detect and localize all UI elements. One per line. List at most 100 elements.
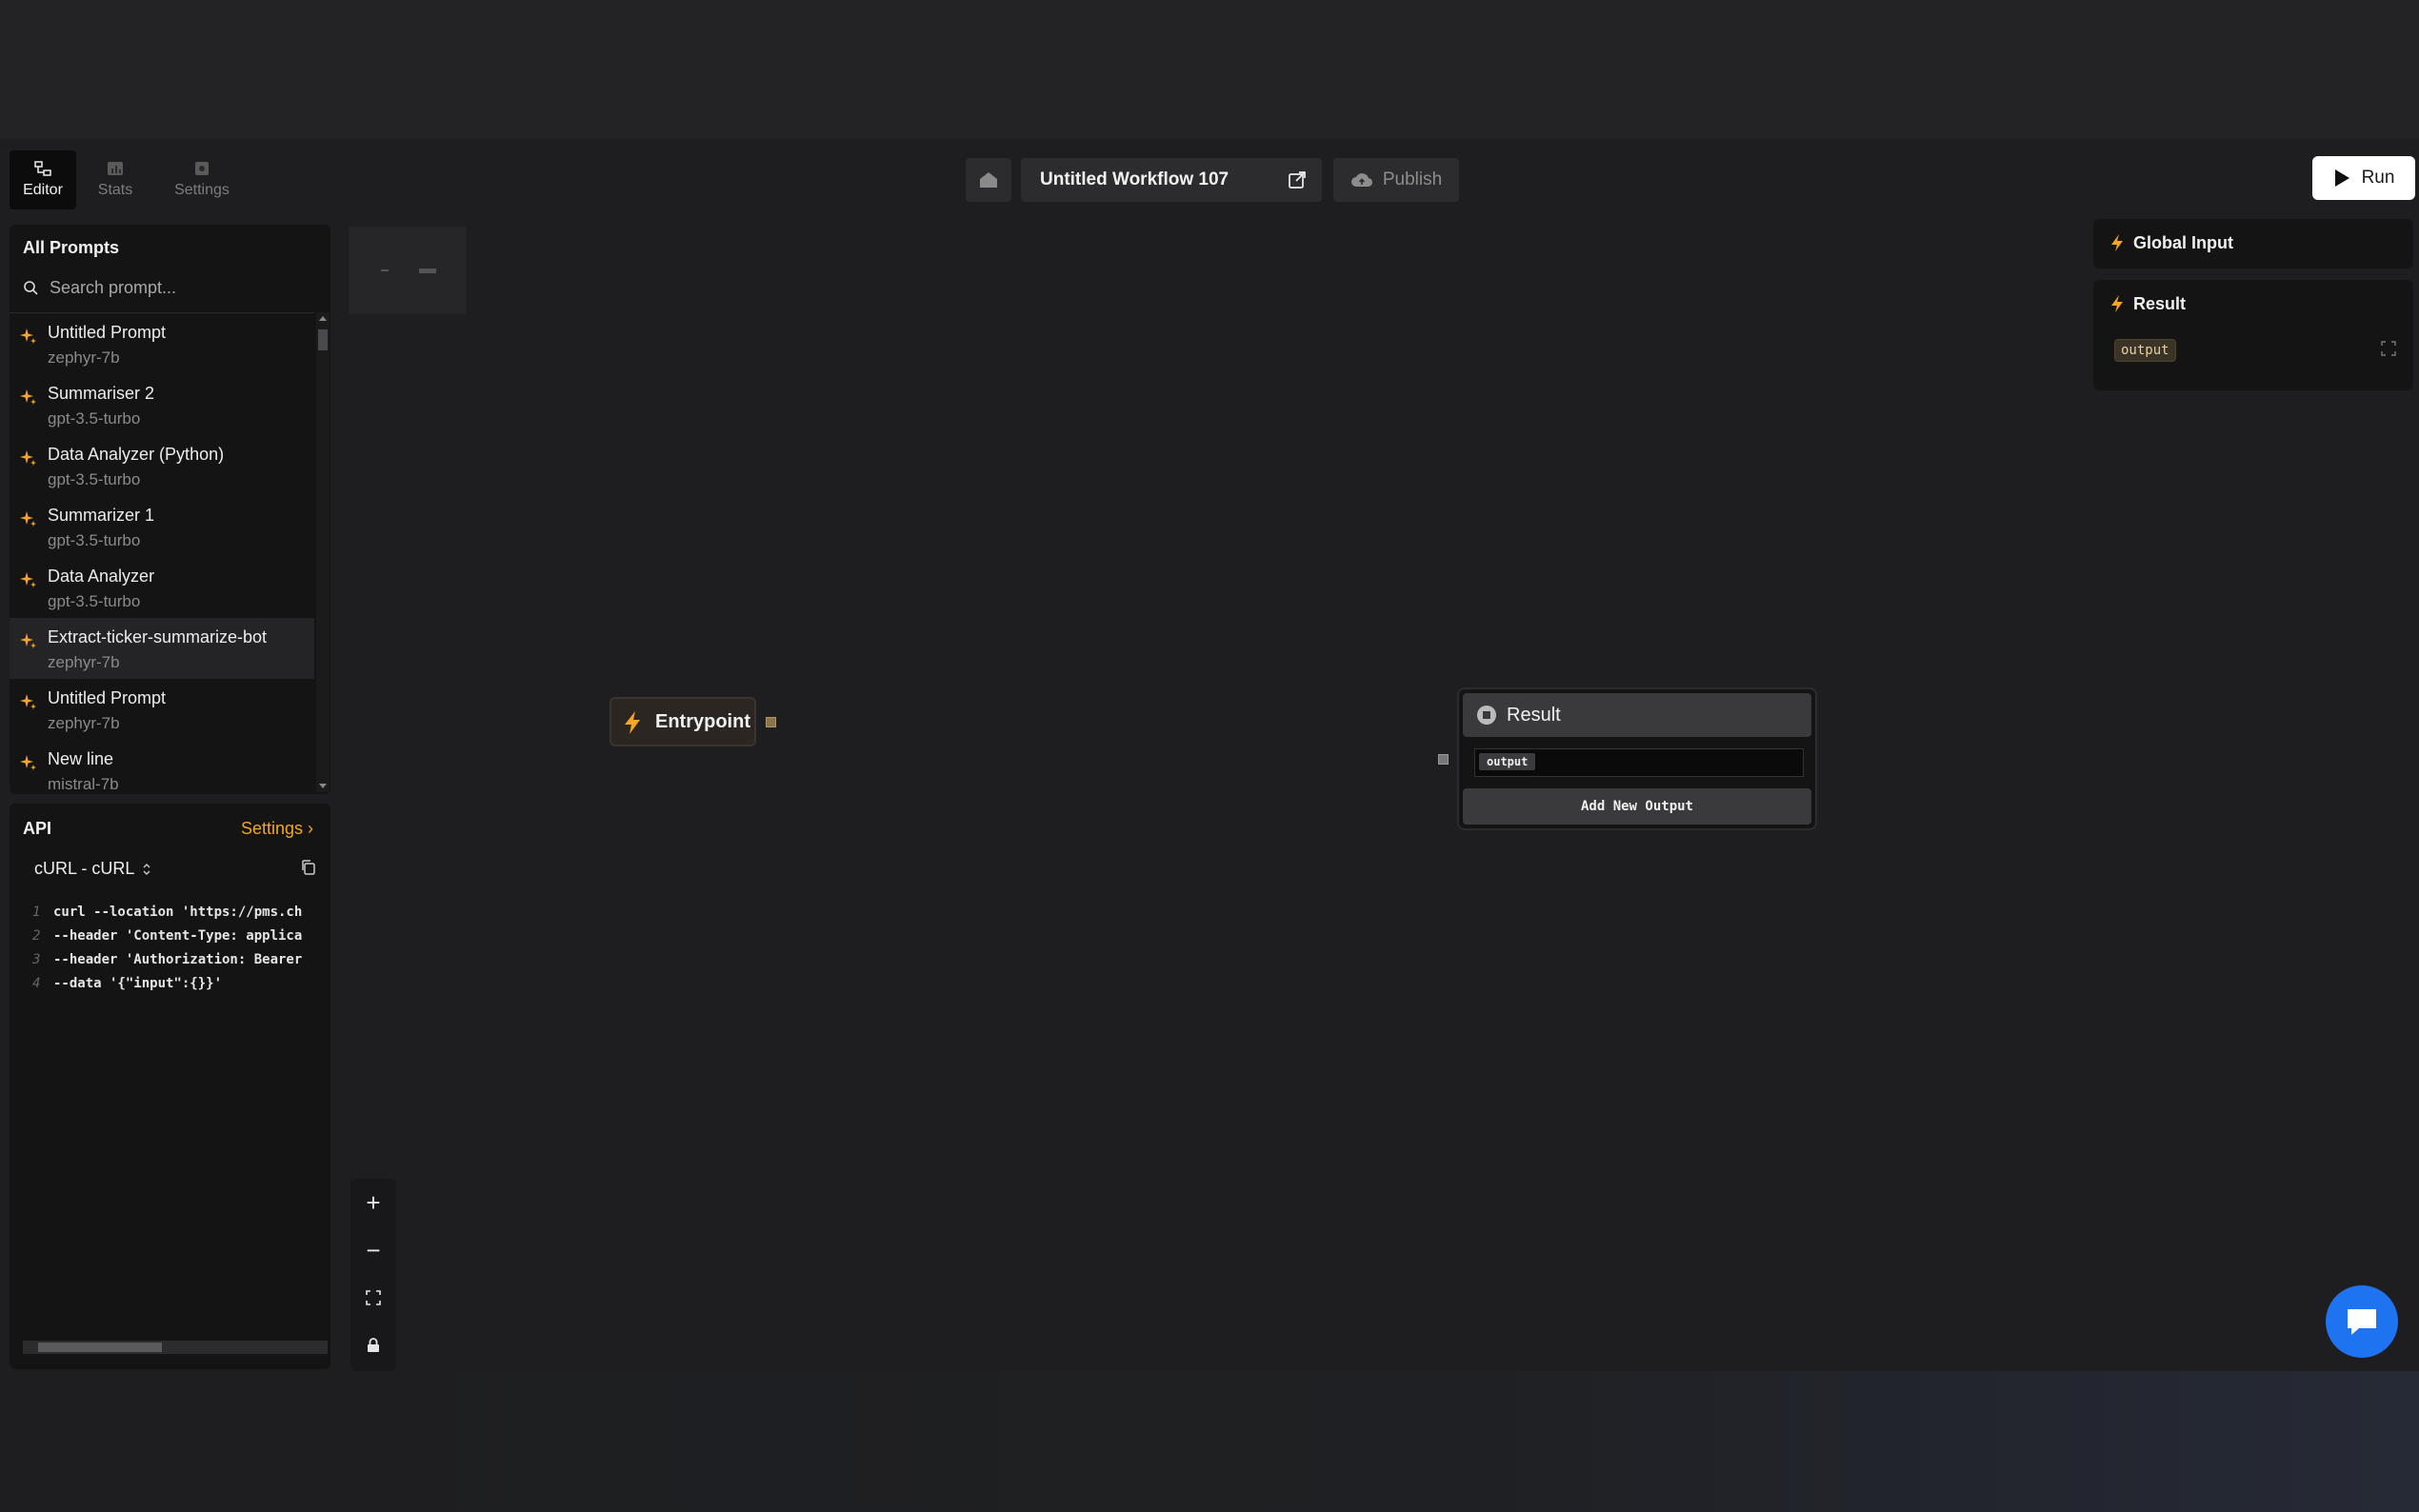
prompt-model: gpt-3.5-turbo: [48, 470, 141, 488]
language-label: cURL - cURL: [34, 859, 135, 878]
sparkle-icon: [20, 633, 36, 648]
prompts-title: All Prompts: [23, 238, 120, 257]
scroll-up-icon[interactable]: [319, 316, 327, 321]
play-icon: [2334, 169, 2349, 187]
tab-settings[interactable]: Settings: [154, 150, 250, 209]
prompt-name: Untitled Prompt: [48, 688, 167, 707]
sparkle-icon: [20, 511, 36, 527]
stop-circle-icon: [1477, 706, 1496, 725]
prompt-name: Extract-ticker-summarize-bot: [48, 627, 268, 647]
list-item[interactable]: Data Analyzer gpt-3.5-turbo: [10, 557, 314, 618]
zoom-in-button[interactable]: +: [350, 1179, 396, 1226]
output-tag: output: [1479, 753, 1536, 770]
list-item[interactable]: Untitled Prompt zephyr-7b: [10, 679, 314, 740]
prompt-search: [23, 274, 318, 301]
lock-button[interactable]: [350, 1322, 396, 1369]
run-button[interactable]: Run: [2312, 156, 2415, 200]
list-item[interactable]: Summariser 2 gpt-3.5-turbo: [10, 374, 314, 435]
bolt-icon: [2111, 295, 2123, 312]
sparkle-icon: [20, 755, 36, 770]
add-new-output-button[interactable]: Add New Output: [1463, 788, 1811, 825]
result-node-title: Result: [1507, 705, 1561, 726]
line-number: 2: [32, 928, 41, 944]
search-input[interactable]: [48, 276, 299, 299]
canvas-minimap[interactable]: [349, 227, 467, 314]
fit-view-button[interactable]: [350, 1274, 396, 1322]
api-settings-link[interactable]: Settings ›: [241, 819, 313, 839]
global-input-panel[interactable]: Global Input: [2093, 219, 2413, 269]
prompt-model: gpt-3.5-turbo: [48, 531, 141, 549]
output-field[interactable]: output: [1474, 748, 1804, 777]
code-text: --header 'Content-Type: applica: [53, 928, 303, 944]
top-band: [0, 0, 2419, 139]
workflow-title: Untitled Workflow 107: [1040, 169, 1229, 189]
prompt-name: Data Analyzer (Python): [48, 445, 225, 464]
line-number: 3: [32, 952, 41, 967]
prompt-list: Untitled Prompt zephyr-7b Summariser 2 g…: [10, 312, 314, 794]
code-line: 2 --header 'Content-Type: applica: [32, 928, 328, 952]
tab-editor[interactable]: Editor: [10, 150, 76, 209]
prompts-panel: All Prompts Untitled Prompt zephyr-7b Su…: [10, 225, 330, 794]
minimap-node: [381, 269, 389, 271]
external-link-icon[interactable]: [1288, 170, 1307, 189]
left-tabs: Editor Stats Settings: [10, 150, 250, 209]
chat-icon: [2348, 1309, 2376, 1335]
code-horizontal-scrollbar[interactable]: [23, 1341, 328, 1354]
minus-icon: −: [366, 1235, 381, 1264]
prompt-name: Summariser 2: [48, 384, 155, 403]
bottom-band: [0, 1371, 2419, 1512]
zoom-out-button[interactable]: −: [350, 1226, 396, 1274]
scroll-down-icon[interactable]: [319, 784, 327, 788]
sparkle-icon: [20, 694, 36, 709]
api-title: API: [23, 819, 52, 838]
scrollbar-thumb[interactable]: [38, 1343, 162, 1352]
prompt-model: zephyr-7b: [48, 348, 120, 367]
scrollbar-thumb[interactable]: [318, 329, 328, 350]
api-panel: API Settings › cURL - cURL 1 curl --locat…: [10, 804, 330, 1369]
bolt-icon: [625, 711, 640, 734]
prompt-model: gpt-3.5-turbo: [48, 409, 141, 428]
tab-label: Settings: [174, 182, 230, 198]
entrypoint-node[interactable]: Entrypoint: [610, 697, 756, 746]
entrypoint-output-handle[interactable]: [766, 717, 776, 727]
chart-icon: [108, 162, 123, 175]
home-button[interactable]: [966, 158, 1011, 202]
zoom-controls: + −: [350, 1179, 396, 1371]
global-input-label: Global Input: [2133, 233, 2233, 252]
code-text: curl --location 'https://pms.ch: [53, 905, 303, 920]
output-tag: output: [2114, 339, 2176, 362]
result-node[interactable]: Result output Add New Output: [1457, 687, 1817, 830]
publish-button[interactable]: Publish: [1333, 158, 1459, 202]
list-item[interactable]: Summarizer 1 gpt-3.5-turbo: [10, 496, 314, 557]
copy-icon[interactable]: [300, 859, 317, 876]
search-icon: [24, 281, 38, 295]
sparkle-icon: [20, 450, 36, 466]
list-item[interactable]: New line mistral-7b: [10, 740, 314, 794]
list-item[interactable]: Extract-ticker-summarize-bot zephyr-7b: [10, 618, 314, 679]
settings-icon: [195, 162, 209, 175]
chevron-right-icon: ›: [308, 819, 313, 838]
result-input-handle[interactable]: [1438, 754, 1449, 765]
prompt-model: zephyr-7b: [48, 714, 120, 732]
line-number: 1: [32, 905, 41, 920]
code-line: 4 --data '{"input":{}}': [32, 976, 328, 1000]
workflow-title-box[interactable]: Untitled Workflow 107: [1021, 158, 1322, 202]
publish-label: Publish: [1382, 169, 1443, 189]
prompt-name: New line: [48, 749, 114, 768]
code-line: 1 curl --location 'https://pms.ch: [32, 905, 328, 928]
sparkle-icon: [20, 328, 36, 344]
code-block[interactable]: 1 curl --location 'https://pms.ch 2 --head…: [32, 905, 328, 1000]
entrypoint-label: Entrypoint: [655, 711, 750, 732]
chat-support-button[interactable]: [2326, 1285, 2398, 1358]
prompt-list-scrollbar[interactable]: [316, 312, 330, 792]
tab-stats[interactable]: Stats: [82, 150, 149, 209]
expand-icon[interactable]: [2381, 341, 2396, 356]
prompt-name: Data Analyzer: [48, 567, 155, 586]
result-panel: Result output: [2093, 280, 2413, 390]
language-select[interactable]: cURL - cURL: [34, 859, 151, 879]
fit-view-icon: [366, 1290, 381, 1305]
list-item[interactable]: Data Analyzer (Python) gpt-3.5-turbo: [10, 435, 314, 496]
list-item[interactable]: Untitled Prompt zephyr-7b: [10, 313, 314, 374]
prompt-model: zephyr-7b: [48, 653, 120, 671]
tab-label: Stats: [97, 182, 133, 198]
